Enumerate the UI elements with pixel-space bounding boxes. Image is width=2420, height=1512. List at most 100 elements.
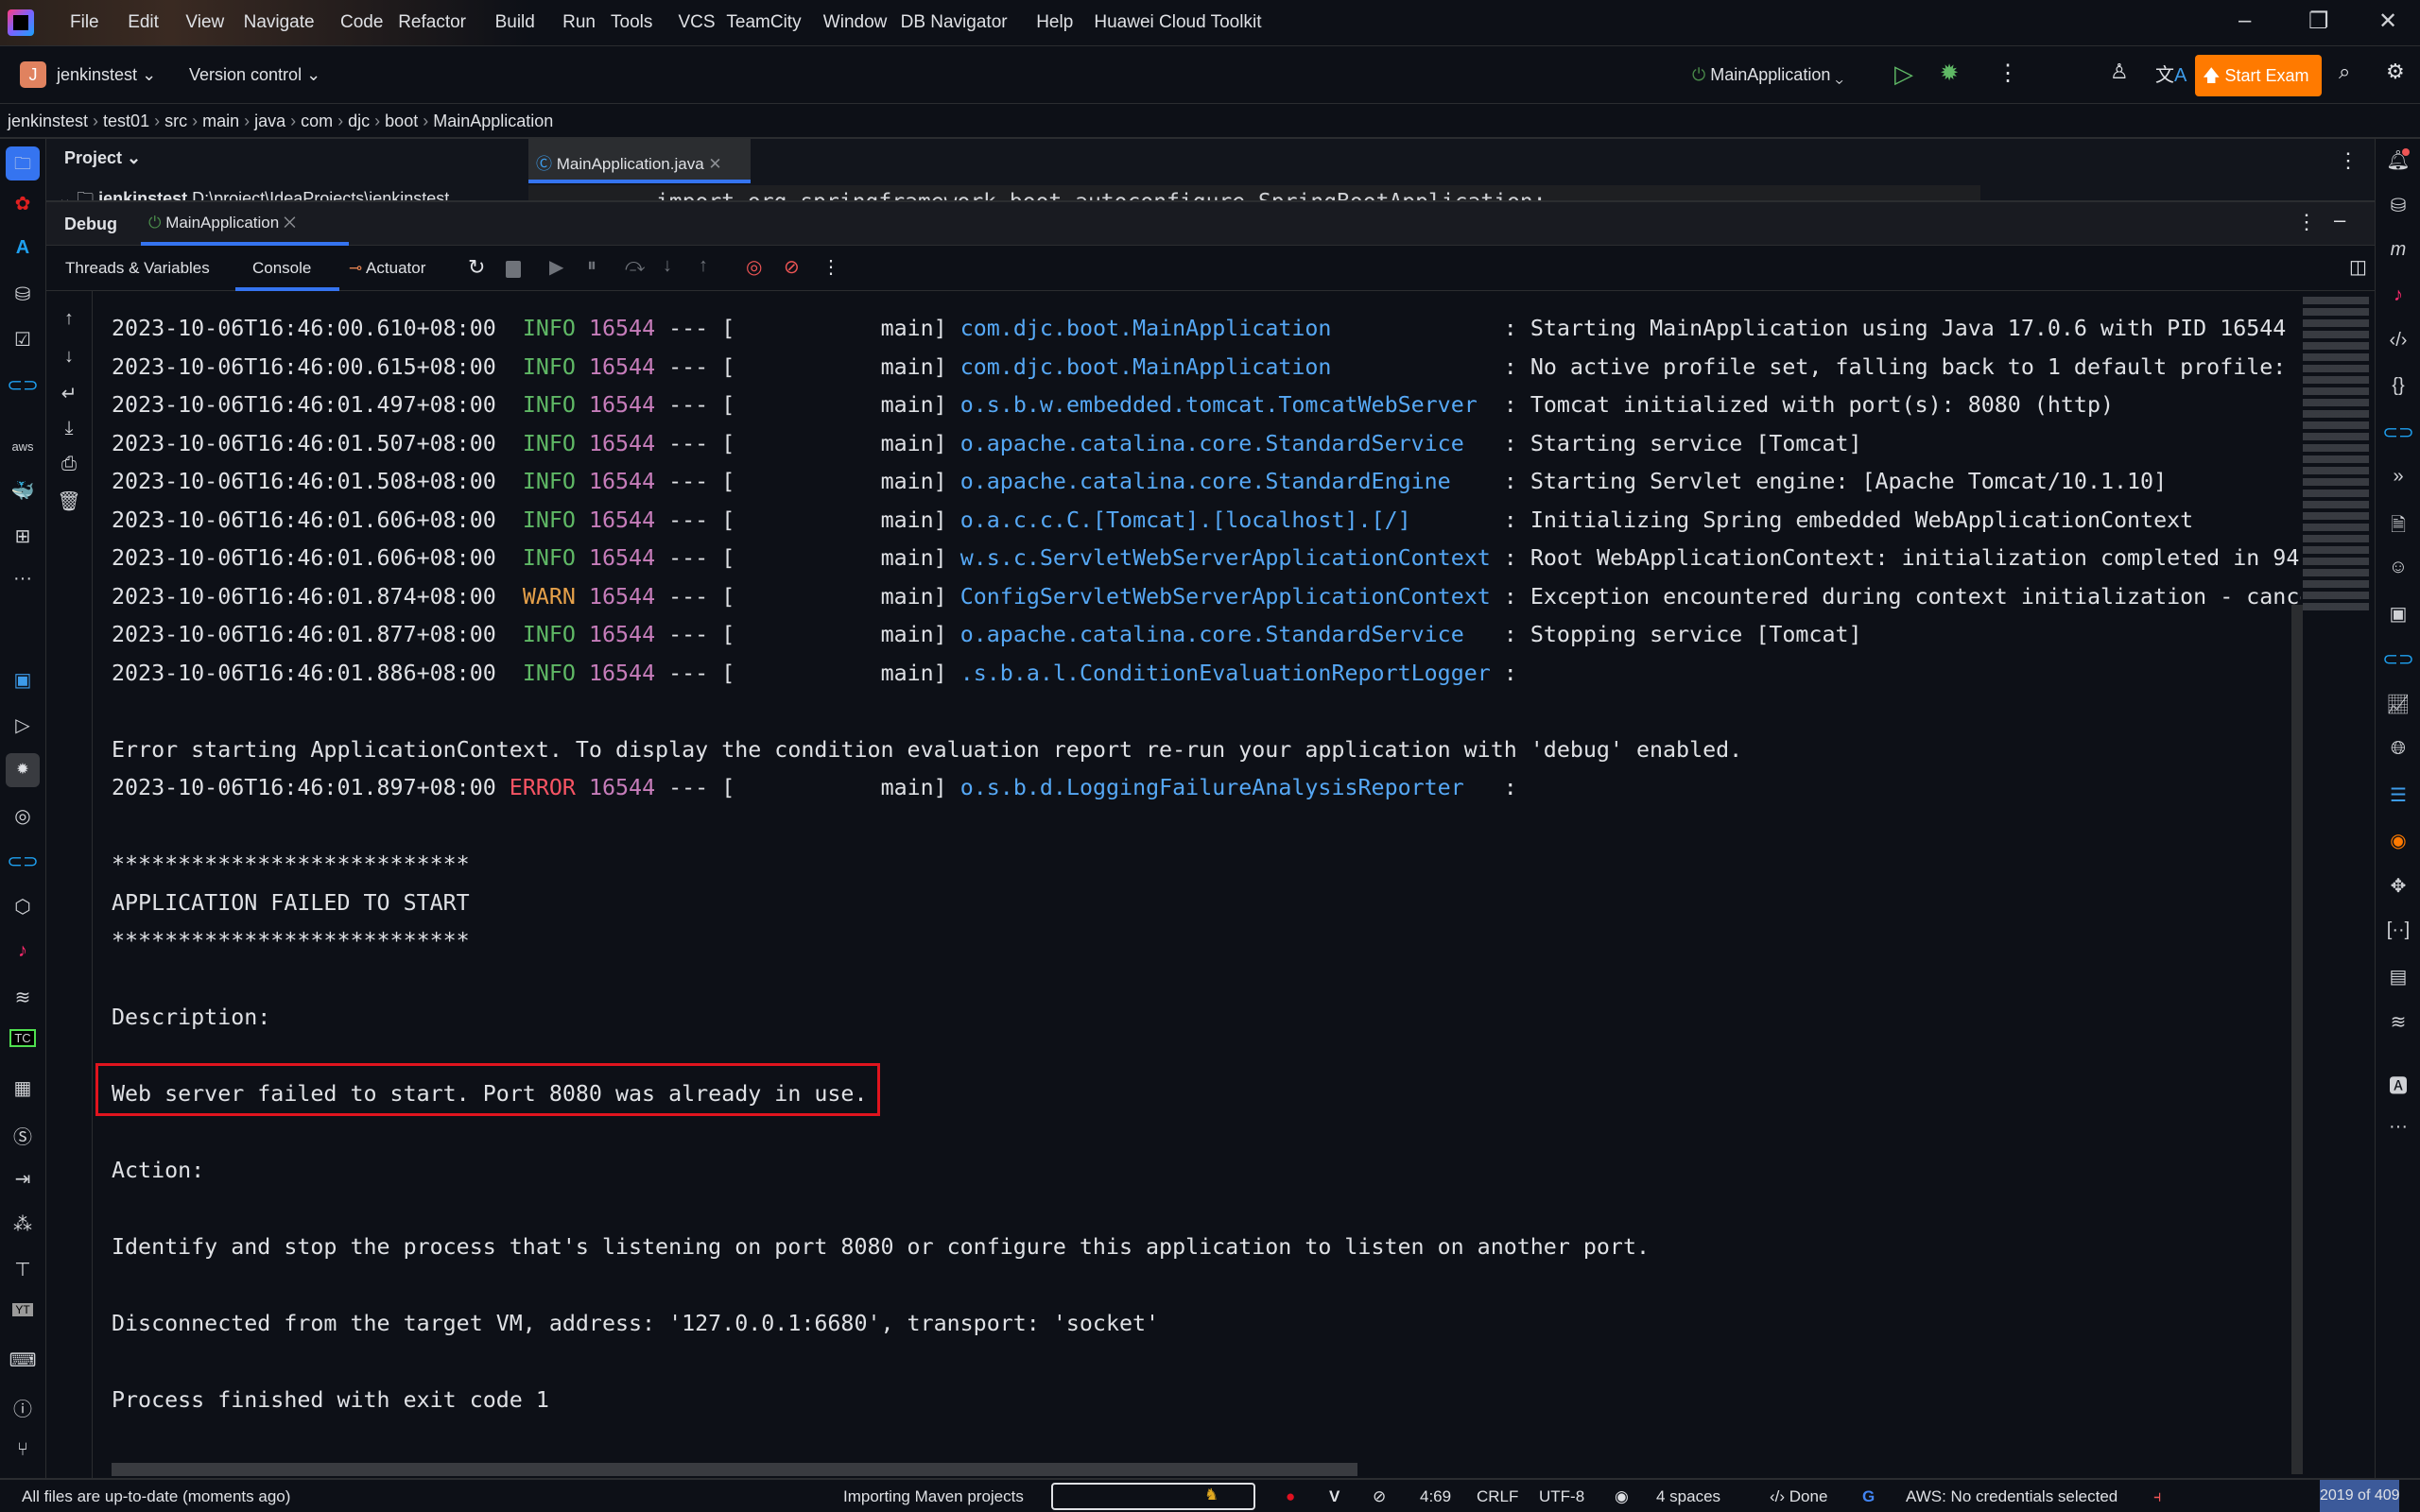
run-config-selector[interactable]: ⏻ MainApplication ⌄	[1692, 65, 1843, 85]
readonly-eye-icon[interactable]: ◉	[1615, 1487, 1629, 1506]
background-task-label[interactable]: Importing Maven projects	[843, 1487, 1024, 1506]
close-window-button[interactable]: ✕	[2378, 8, 2397, 35]
structure-icon[interactable]: ⊞	[0, 524, 45, 548]
tab-actuator[interactable]: ⊸ Actuator	[349, 259, 425, 278]
more-icon[interactable]: ···	[2376, 1116, 2420, 1138]
services-icon[interactable]: ▣	[0, 668, 45, 692]
maven-icon[interactable]: m	[2376, 239, 2420, 261]
scroll-to-end-icon[interactable]: ⤓	[46, 418, 92, 439]
alibaba-cloud-icon[interactable]: ⊂⊃	[0, 373, 45, 397]
menu-db-navigator[interactable]: DB Navigator	[901, 12, 1008, 33]
menu-huawei-cloud-toolkit[interactable]: Huawei Cloud Toolkit	[1094, 12, 1261, 33]
stop-icon[interactable]	[506, 261, 521, 278]
arrows-icon[interactable]: ✥	[2376, 874, 2420, 898]
menu-view[interactable]: View	[185, 12, 224, 33]
resume-icon[interactable]: ▶	[549, 255, 563, 279]
more-actions-icon[interactable]: ⋮	[1996, 60, 2019, 87]
endpoints-icon[interactable]: ◎	[0, 804, 45, 828]
print-icon[interactable]: ⎙	[46, 454, 92, 475]
tiktok-icon[interactable]: ♪	[0, 940, 45, 962]
start-exam-button[interactable]: 🡅 Start Exam	[2195, 55, 2322, 96]
blocked-icon[interactable]: ⊘	[1373, 1487, 1386, 1506]
teamcity-icon[interactable]: TC	[0, 1029, 45, 1047]
s-plugin-icon[interactable]: Ⓢ	[0, 1122, 45, 1149]
tiktok-icon[interactable]: ♪	[2376, 284, 2420, 306]
menu-window[interactable]: Window	[823, 12, 888, 33]
scroll-down-icon[interactable]: ↓	[46, 346, 92, 368]
json-icon[interactable]: {}	[2376, 375, 2420, 397]
menu-build[interactable]: Build	[495, 12, 535, 33]
chip-icon[interactable]: ▣	[2376, 602, 2420, 626]
layout-icon[interactable]: ◫	[2349, 255, 2367, 279]
view-breakpoints-icon[interactable]: ◎	[746, 255, 762, 279]
project-root-node[interactable]: ⌄ 🗀 jenkinstest D:\project\IdeaProjects\…	[58, 186, 449, 200]
breadcrumb-item[interactable]: MainApplication	[433, 112, 553, 130]
settings-gear-icon[interactable]: ⚙	[2386, 60, 2405, 84]
google-icon[interactable]: G	[1862, 1487, 1875, 1506]
problems-icon[interactable]: ⓘ	[0, 1394, 45, 1421]
tab-threads-variables[interactable]: Threads & Variables	[65, 259, 210, 278]
breadcrumb-item[interactable]: com	[301, 112, 333, 130]
breadcrumb-item[interactable]: jenkinstest	[8, 112, 88, 130]
forward-icon[interactable]: »	[2376, 466, 2420, 488]
debug-bug-icon[interactable]: ✹	[1940, 60, 1959, 87]
run-icon[interactable]: ▷	[1894, 60, 1913, 89]
console-output[interactable]: 2023-10-06T16:46:00.610+08:00 INFO 16544…	[93, 291, 2301, 1478]
menu-vcs[interactable]: VCS	[679, 12, 716, 33]
globe-icon[interactable]: 🌐︎	[2376, 738, 2420, 760]
menu-navigate[interactable]: Navigate	[244, 12, 315, 33]
close-session-icon[interactable]: ✕	[284, 214, 296, 232]
plugin-icon[interactable]: ⫞	[2153, 1487, 2162, 1506]
debug-tool-icon[interactable]: ✹	[6, 753, 40, 787]
menu-run[interactable]: Run	[562, 12, 596, 33]
memory-indicator[interactable]: 2019 of 4096M	[2320, 1480, 2399, 1512]
bracket-icon[interactable]: [··]	[2376, 919, 2420, 941]
task-progress-bar[interactable]: ♞	[1051, 1483, 1255, 1510]
build-hammer-icon[interactable]: ⊤	[0, 1258, 45, 1281]
translate-icon[interactable]: 文A	[2155, 60, 2187, 87]
document-icon[interactable]: 🗎	[2376, 511, 2420, 543]
alibaba-cloud-icon-2[interactable]: ⊂⊃	[0, 850, 45, 873]
aws-icon[interactable]: aws	[0, 439, 45, 454]
pause-icon[interactable]: ⏸	[587, 255, 596, 277]
orange-plugin-icon[interactable]: ◉	[2376, 829, 2420, 852]
menu-edit[interactable]: Edit	[128, 12, 159, 33]
more-debug-actions-icon[interactable]: ⋮	[821, 255, 840, 279]
debug-options-icon[interactable]: ⋮	[2296, 210, 2317, 234]
line-separator[interactable]: CRLF	[1477, 1487, 1518, 1506]
chart-icon[interactable]: 📈︎	[2376, 693, 2420, 716]
done-status[interactable]: ‹/› Done	[1770, 1487, 1827, 1506]
step-over-icon[interactable]: ⤼	[625, 255, 645, 277]
breadcrumb-item[interactable]: boot	[385, 112, 418, 130]
menu-code[interactable]: Code	[340, 12, 383, 33]
step-into-icon[interactable]: ↓	[663, 255, 672, 277]
vim-icon[interactable]: V	[1329, 1487, 1340, 1506]
azure-icon[interactable]: A	[0, 237, 45, 259]
database-icon[interactable]: ⛁	[2376, 194, 2420, 217]
project-dropdown[interactable]: Project ⌄	[64, 148, 141, 168]
breadcrumb-item[interactable]: main	[202, 112, 239, 130]
kubernetes-run-icon[interactable]: ⬡	[0, 895, 45, 919]
rerun-icon[interactable]: ↻	[468, 255, 485, 280]
code-icon[interactable]: ‹/›	[2376, 330, 2420, 352]
db-stack-icon[interactable]: ☰	[2376, 783, 2420, 807]
alibaba-cloud-icon[interactable]: ⊂⊃	[2376, 421, 2420, 444]
breadcrumb-item[interactable]: djc	[348, 112, 370, 130]
hide-panel-icon[interactable]: –	[2334, 208, 2345, 232]
menu-refactor[interactable]: Refactor	[398, 12, 466, 33]
scroll-up-icon[interactable]: ↑	[46, 308, 92, 330]
clear-trash-icon[interactable]: 🗑︎	[46, 490, 92, 513]
version-control-menu[interactable]: Version control ⌄	[189, 65, 320, 85]
menu-help[interactable]: Help	[1036, 12, 1073, 33]
graph-icon[interactable]: ⁂	[0, 1212, 45, 1236]
checklist-icon[interactable]: ☑	[0, 328, 45, 352]
dashboard-icon[interactable]: ▦	[0, 1076, 45, 1100]
project-selector[interactable]: jenkinstest ⌄	[57, 65, 156, 85]
menu-file[interactable]: File	[70, 12, 99, 33]
youtrack-icon[interactable]: YT	[0, 1303, 45, 1316]
close-tab-icon[interactable]: ✕	[708, 155, 721, 173]
notifications-bell-icon[interactable]: 🔔︎	[2376, 148, 2420, 172]
editor-more-icon[interactable]: ⋮	[2338, 148, 2359, 173]
ai-assistant-icon[interactable]: 🅰	[2376, 1071, 2420, 1098]
terminal-icon[interactable]: ⌨	[0, 1349, 45, 1372]
